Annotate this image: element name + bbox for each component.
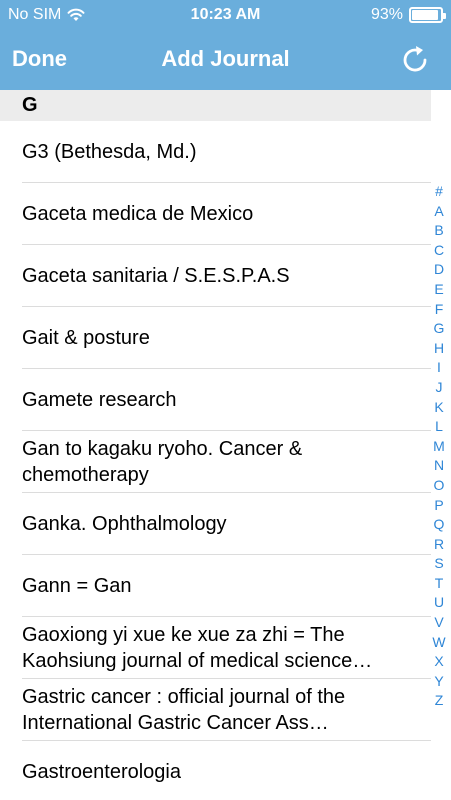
journal-title: Gaceta medica de Mexico <box>22 203 254 225</box>
journal-title: Gaoxiong yi xue ke xue za zhi = The Kaoh… <box>22 624 373 672</box>
journal-row[interactable]: Gastroenterologia <box>0 741 431 800</box>
index-letter[interactable]: D <box>434 260 444 280</box>
journal-title: Gan to kagaku ryoho. Cancer & chemothera… <box>22 438 303 486</box>
index-letter[interactable]: N <box>434 456 444 476</box>
journal-row[interactable]: Gamete research <box>0 369 431 431</box>
index-letter[interactable]: H <box>434 339 444 359</box>
journal-list: G3 (Bethesda, Md.) Gaceta medica de Mexic… <box>0 121 431 800</box>
index-letter[interactable]: O <box>434 476 445 496</box>
journal-title: Gamete research <box>22 389 177 411</box>
journal-title: Gait & posture <box>22 327 150 349</box>
index-letter[interactable]: L <box>435 417 443 437</box>
index-letter[interactable]: Y <box>434 672 443 692</box>
index-letter[interactable]: Q <box>434 515 445 535</box>
page-title: Add Journal <box>161 46 290 71</box>
index-letter[interactable]: I <box>437 358 441 378</box>
battery-icon <box>409 7 446 23</box>
index-letter[interactable]: X <box>434 652 443 672</box>
index-letter[interactable]: E <box>434 280 443 300</box>
journal-title: Gaceta sanitaria / S.E.S.P.A.S <box>22 265 290 287</box>
index-letter[interactable]: C <box>434 241 444 261</box>
journal-title: Gastric cancer : official journal of the… <box>22 686 346 734</box>
index-letter[interactable]: J <box>436 378 443 398</box>
journal-title: Ganka. Ophthalmology <box>22 513 227 535</box>
index-letter[interactable]: B <box>434 221 443 241</box>
index-letter[interactable]: K <box>434 398 443 418</box>
status-right: 93% <box>370 6 446 24</box>
battery-percent: 93% <box>370 6 403 23</box>
journal-row[interactable]: Gaceta medica de Mexico <box>0 183 431 245</box>
journal-row[interactable]: Gann = Gan <box>0 555 431 617</box>
nav-bar: Done Add Journal <box>0 30 451 90</box>
index-letter[interactable]: W <box>432 633 445 653</box>
journal-title: G3 (Bethesda, Md.) <box>22 141 197 163</box>
journal-row[interactable]: Gastric cancer : official journal of the… <box>0 679 431 741</box>
refresh-icon[interactable] <box>399 44 431 76</box>
index-letter[interactable]: Z <box>435 691 444 711</box>
alphabet-index[interactable]: # A B C D E F G H I J K L M N O P Q R S T U V W X Y Z <box>431 182 447 711</box>
journal-row[interactable]: Gaceta sanitaria / S.E.S.P.A.S <box>0 245 431 307</box>
index-letter[interactable]: G <box>434 319 445 339</box>
index-letter[interactable]: U <box>434 593 444 613</box>
index-letter[interactable]: # <box>435 182 443 202</box>
index-letter[interactable]: F <box>435 300 444 320</box>
index-letter[interactable]: A <box>434 202 443 222</box>
journal-row[interactable]: Gaoxiong yi xue ke xue za zhi = The Kaoh… <box>0 617 431 679</box>
journal-row[interactable]: Ganka. Ophthalmology <box>0 493 431 555</box>
journal-row[interactable]: Gait & posture <box>0 307 431 369</box>
header: No SIM 10:23 AM 93% Done Add Journal <box>0 0 451 90</box>
index-letter[interactable]: T <box>435 574 444 594</box>
battery-fill <box>412 10 439 20</box>
index-letter[interactable]: S <box>434 554 443 574</box>
index-letter[interactable]: P <box>434 496 443 516</box>
index-letter[interactable]: V <box>434 613 443 633</box>
journal-row[interactable]: Gan to kagaku ryoho. Cancer & chemothera… <box>0 431 431 493</box>
status-bar: No SIM 10:23 AM 93% <box>0 0 451 30</box>
journal-row[interactable]: G3 (Bethesda, Md.) <box>0 121 431 183</box>
journal-title: Gann = Gan <box>22 575 132 597</box>
journal-title: Gastroenterologia <box>22 761 181 783</box>
index-letter[interactable]: M <box>433 437 445 457</box>
section-header: G <box>0 90 431 121</box>
index-letter[interactable]: R <box>434 535 444 555</box>
